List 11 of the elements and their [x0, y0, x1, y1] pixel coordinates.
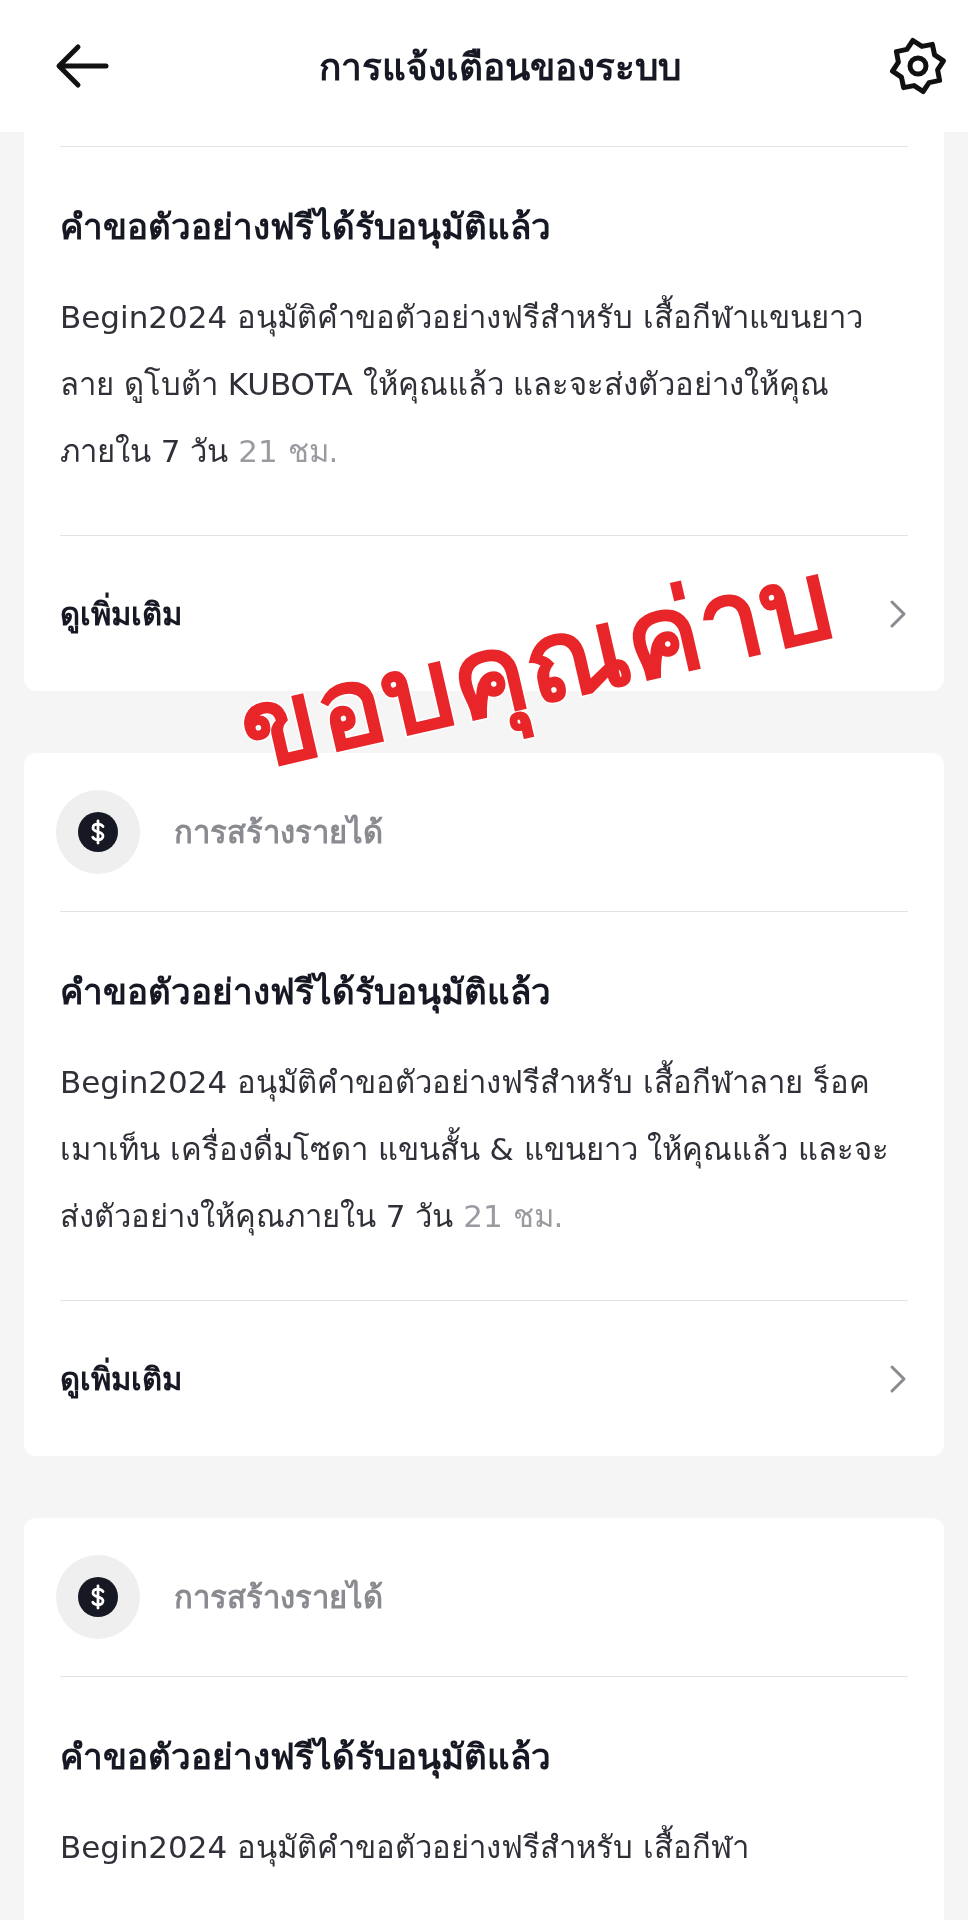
notification-title: คำขอตัวอย่างฟรีได้รับอนุมัติแล้ว	[60, 206, 552, 251]
page-title: การแจ้งเตือนของระบบ	[319, 44, 681, 91]
notification-text: Begin2024 อนุมัติคำขอตัวอย่างฟรีสำหรับ เสื้อกีฬาลาย ร็อคเมาเท็น เครื่องดื่มโซดา แขนสั้น & แขนยาว ให้คุณแล้ว และจะส่งตัวอย่างให้คุณภายใน 7 วัน 21 ชม.	[60, 1049, 908, 1300]
notification-title: คำขอตัวอย่างฟรีได้รับอนุมัติแล้ว	[60, 971, 552, 1016]
see-more-link[interactable]: ดูเพิ่มเติม	[60, 588, 182, 639]
notification-text: Begin2024 อนุมัติคำขอตัวอย่างฟรีสำหรับ เสื้อกีฬา	[60, 1814, 908, 1920]
see-more-link[interactable]: ดูเพิ่มเติม	[60, 1353, 182, 1404]
notification-text: Begin2024 อนุมัติคำขอตัวอย่างฟรีสำหรับ เสื้อกีฬาแขนยาว ลาย ดูโบต้า KUBOTA ให้คุณแล้ว และจะส่งตัวอย่างให้คุณภายใน 7 วัน 21 ชม.	[60, 284, 908, 535]
category-label: การสร้างรายได้	[174, 813, 383, 852]
notification-title: คำขอตัวอย่างฟรีได้รับอนุมัติแล้ว	[60, 1736, 552, 1781]
category-label: การสร้างรายได้	[174, 1578, 383, 1617]
